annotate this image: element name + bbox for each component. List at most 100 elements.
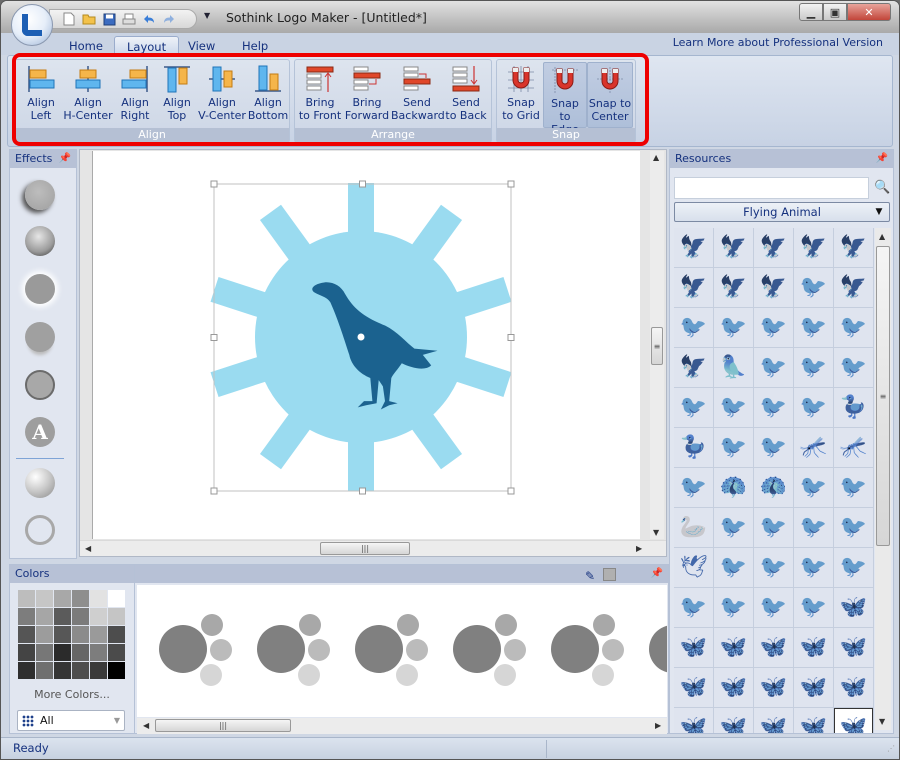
color-scheme[interactable] bbox=[159, 614, 232, 686]
resource-item-finch[interactable]: 🐦 bbox=[754, 388, 793, 427]
resource-item-eagle-flying[interactable]: 🦅 bbox=[714, 228, 753, 267]
color-swatch[interactable] bbox=[90, 608, 107, 625]
color-swatch[interactable] bbox=[18, 608, 35, 625]
canvas-vertical-scrollbar[interactable]: ▲ ≡ ▼ bbox=[650, 151, 664, 539]
resource-item-eagle-head-outline[interactable]: 🦅 bbox=[674, 228, 713, 267]
tab-view[interactable]: View bbox=[176, 36, 227, 56]
resource-item-sparrow[interactable]: 🐦 bbox=[714, 428, 753, 467]
send-backward-button[interactable]: Send Backward bbox=[391, 62, 445, 128]
resource-item-seabird[interactable]: 🐦 bbox=[794, 588, 833, 627]
category-dropdown[interactable]: Flying Animal ▼ bbox=[674, 202, 890, 222]
color-scheme[interactable] bbox=[649, 614, 667, 686]
resource-item-crane-flying[interactable]: 🐦 bbox=[714, 588, 753, 627]
color-swatch[interactable] bbox=[36, 662, 53, 679]
color-scheme[interactable] bbox=[257, 614, 330, 686]
resource-item-butterfly-filigree[interactable]: 🦋 bbox=[754, 628, 793, 667]
eyedropper-icon[interactable]: ✎ bbox=[585, 567, 595, 585]
color-swatch[interactable] bbox=[72, 662, 89, 679]
resource-item-songbird[interactable]: 🐦 bbox=[754, 308, 793, 347]
color-swatch[interactable] bbox=[18, 590, 35, 607]
resource-item-butterfly-lace[interactable]: 🦋 bbox=[674, 628, 713, 667]
resource-item-butterfly-d[interactable]: 🦋 bbox=[794, 708, 833, 733]
resource-item-butterfly-c[interactable]: 🦋 bbox=[754, 708, 793, 733]
scroll-down-icon[interactable]: ▼ bbox=[653, 528, 659, 537]
resource-search-input[interactable] bbox=[674, 177, 869, 199]
print-icon[interactable] bbox=[122, 12, 136, 26]
resource-item-peacock[interactable]: 🦚 bbox=[754, 468, 793, 507]
color-swatch[interactable] bbox=[90, 644, 107, 661]
color-swatch[interactable] bbox=[108, 608, 125, 625]
snap-to-center-button[interactable]: Snap to Center bbox=[587, 62, 633, 128]
resize-handle[interactable] bbox=[210, 180, 218, 188]
resource-item-dragonfly-outline[interactable]: 🦟 bbox=[794, 428, 833, 467]
scroll-up-icon[interactable]: ▲ bbox=[879, 232, 885, 241]
resource-item-swan[interactable]: 🦢 bbox=[674, 508, 713, 547]
resource-item-eagle-gliding[interactable]: 🦅 bbox=[834, 228, 873, 267]
resource-item-dragonfly[interactable]: 🦟 bbox=[834, 428, 873, 467]
color-schemes-scrollbar[interactable]: ◀ ||| ▶ bbox=[137, 718, 667, 734]
resource-item-eagle-wings-up[interactable]: 🦅 bbox=[754, 228, 793, 267]
align-v-center-button[interactable]: Align V-Center bbox=[197, 62, 247, 128]
color-swatch[interactable] bbox=[72, 608, 89, 625]
close-button[interactable]: ✕ bbox=[847, 3, 891, 21]
resource-item-plover[interactable]: 🐦 bbox=[674, 388, 713, 427]
effect-stroke[interactable] bbox=[25, 370, 55, 400]
color-swatch[interactable] bbox=[108, 626, 125, 643]
resource-item-eagle-profile[interactable]: 🦅 bbox=[754, 268, 793, 307]
color-swatch[interactable] bbox=[54, 644, 71, 661]
bring-forward-button[interactable]: Bring Forward bbox=[343, 62, 391, 128]
open-folder-icon[interactable] bbox=[82, 12, 96, 26]
rotation-center-handle[interactable] bbox=[357, 333, 365, 341]
current-color-swatch[interactable] bbox=[603, 568, 616, 581]
color-scheme[interactable] bbox=[355, 614, 428, 686]
effect-text[interactable]: A bbox=[25, 417, 55, 447]
effect-bevel[interactable] bbox=[25, 226, 55, 256]
scroll-up-icon[interactable]: ▲ bbox=[653, 153, 659, 162]
color-swatch[interactable] bbox=[72, 626, 89, 643]
tab-home[interactable]: Home bbox=[57, 36, 115, 56]
resource-item-gull-flying[interactable]: 🐦 bbox=[794, 388, 833, 427]
resource-item-parrot[interactable]: 🦜 bbox=[714, 348, 753, 387]
resource-item-cormorant[interactable]: 🐦 bbox=[794, 308, 833, 347]
color-swatch[interactable] bbox=[18, 662, 35, 679]
resize-handle[interactable] bbox=[507, 180, 515, 188]
resource-item-butterfly-solid[interactable]: 🦋 bbox=[714, 668, 753, 707]
resource-item-magpie[interactable]: 🐦 bbox=[794, 548, 833, 587]
resource-item-butterfly-side[interactable]: 🦋 bbox=[714, 628, 753, 667]
resource-item-duck[interactable]: 🦆 bbox=[674, 428, 713, 467]
resource-item-hummingbird[interactable]: 🐦 bbox=[674, 588, 713, 627]
new-file-icon[interactable] bbox=[62, 12, 76, 26]
resource-item-swift[interactable]: 🐦 bbox=[754, 508, 793, 547]
color-swatch[interactable] bbox=[72, 590, 89, 607]
resource-item-goose[interactable]: 🦆 bbox=[834, 388, 873, 427]
color-swatch[interactable] bbox=[90, 590, 107, 607]
align-right-button[interactable]: Align Right bbox=[113, 62, 157, 128]
send-to-back-button[interactable]: Send to Back bbox=[443, 62, 489, 128]
resource-item-partridge[interactable]: 🐦 bbox=[714, 308, 753, 347]
undo-icon[interactable] bbox=[142, 12, 156, 26]
color-scheme[interactable] bbox=[551, 614, 624, 686]
align-h-center-button[interactable]: Align H-Center bbox=[63, 62, 113, 128]
effect-reflection[interactable] bbox=[25, 322, 55, 352]
resource-item-peacock-fan[interactable]: 🦚 bbox=[714, 468, 753, 507]
resource-item-bird-diving[interactable]: 🐦 bbox=[794, 268, 833, 307]
resource-item-moth-side[interactable]: 🦋 bbox=[674, 668, 713, 707]
resource-item-seahorse-bird[interactable]: 🐦 bbox=[714, 548, 753, 587]
resource-item-swallow[interactable]: 🐦 bbox=[754, 428, 793, 467]
color-swatch[interactable] bbox=[108, 590, 125, 607]
color-swatch[interactable] bbox=[108, 644, 125, 661]
resize-grip-icon[interactable]: ⋰ bbox=[887, 744, 895, 753]
align-top-button[interactable]: Align Top bbox=[157, 62, 197, 128]
horizontal-scroll-thumb[interactable]: ||| bbox=[320, 542, 410, 555]
resource-item-long-tail-bird[interactable]: 🐦 bbox=[714, 388, 753, 427]
resize-handle[interactable] bbox=[507, 487, 515, 495]
color-swatch[interactable] bbox=[36, 608, 53, 625]
pin-icon[interactable]: 📌 bbox=[876, 150, 888, 168]
resource-item-dove-pair[interactable]: 🕊 bbox=[674, 548, 713, 587]
resource-item-falcon-on-branch[interactable]: 🦅 bbox=[674, 348, 713, 387]
resource-item-butterfly-wide[interactable]: 🦋 bbox=[834, 668, 873, 707]
resize-handle[interactable] bbox=[507, 334, 515, 341]
resource-item-butterfly-e[interactable]: 🦋 bbox=[834, 708, 873, 733]
resource-item-owl-flying[interactable]: 🐦 bbox=[834, 308, 873, 347]
resource-item-falcon-perched[interactable]: 🦅 bbox=[834, 268, 873, 307]
